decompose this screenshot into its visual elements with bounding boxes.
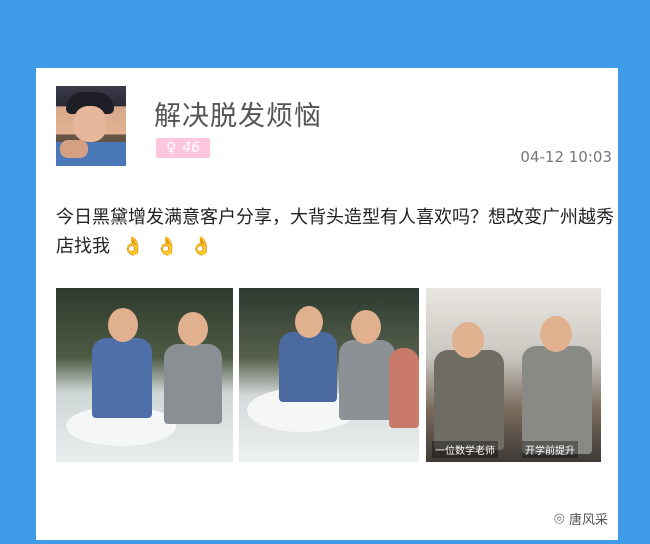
person-head xyxy=(178,312,208,346)
person-head xyxy=(351,310,381,344)
photo-caption-after: 开学前提升 xyxy=(522,441,578,458)
watermark: ◎ 唐风采 xyxy=(554,509,608,528)
avatar-face xyxy=(74,106,106,142)
person-head xyxy=(452,322,484,358)
badge-value: 46 xyxy=(182,140,201,156)
gender-level-badge: ♀ 46 xyxy=(156,138,210,158)
post-timestamp: 04-12 10:03 xyxy=(520,148,612,166)
person-striped-shirt xyxy=(164,344,222,424)
avatar-hand xyxy=(60,140,88,158)
watermark-label: 唐风采 xyxy=(568,513,608,528)
person-before xyxy=(434,350,504,450)
ok-hand-icon: 👌 xyxy=(155,236,179,257)
photo-before-after[interactable]: 一位数学老师 开学前提升 xyxy=(426,288,601,462)
person-right xyxy=(389,348,419,428)
person-blue-shirt xyxy=(279,332,337,402)
ok-hand-icon: 👌 xyxy=(121,236,145,257)
person-head xyxy=(295,306,323,338)
photo-caption-before: 一位数学老师 xyxy=(432,441,498,458)
photo-clients-seated-1[interactable] xyxy=(56,288,233,462)
author-name[interactable]: 解决脱发烦恼 xyxy=(154,94,322,133)
ok-hand-icon: 👌 xyxy=(190,236,213,257)
avatar[interactable] xyxy=(56,86,126,166)
photo-clients-seated-2[interactable] xyxy=(239,288,419,462)
person-head xyxy=(540,316,572,352)
person-head xyxy=(108,308,138,342)
person-blue-shirt xyxy=(92,338,152,418)
person-after xyxy=(522,346,592,454)
wechat-icon: ◎ xyxy=(553,511,565,526)
person-striped-shirt xyxy=(339,340,395,420)
post-card: 解决脱发烦恼 ♀ 46 04-12 10:03 今日黑黛增发满意客户分享，大背头… xyxy=(36,68,618,540)
post-body: 今日黑黛增发满意客户分享，大背头造型有人喜欢吗？想改变广州越秀店找我 👌 👌 👌 xyxy=(56,203,616,261)
female-icon: ♀ xyxy=(165,140,177,156)
